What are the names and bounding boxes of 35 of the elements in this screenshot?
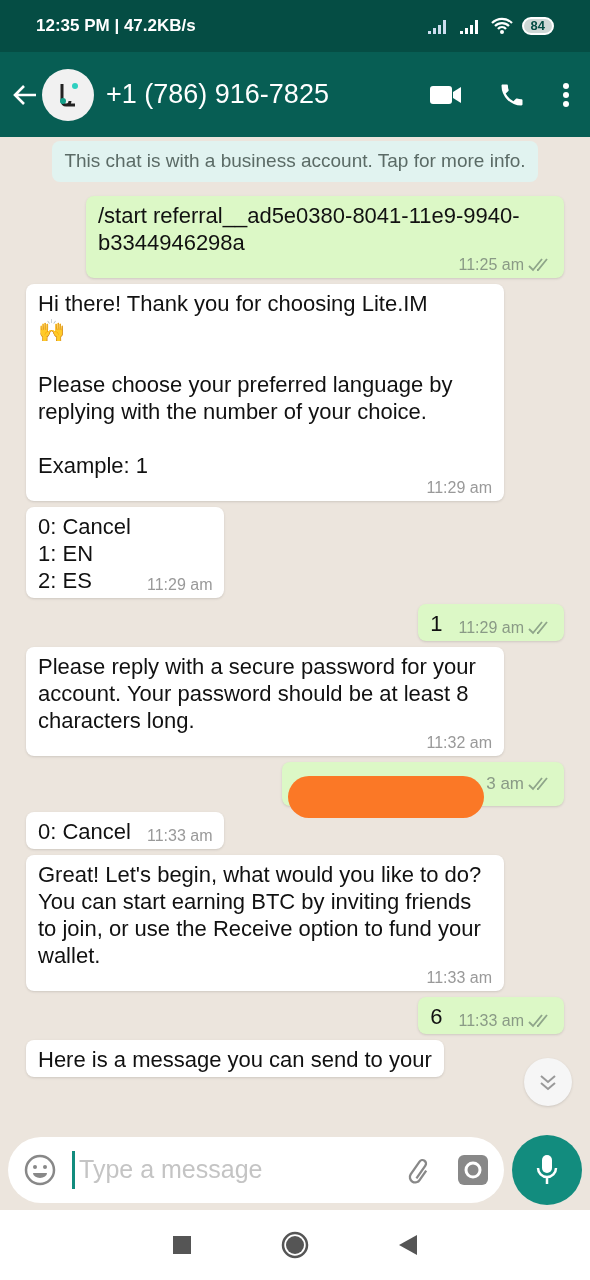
status-time: 12:35 PM | 47.2KB/s [36, 15, 196, 38]
back-arrow-icon[interactable] [12, 82, 38, 107]
microphone-icon [535, 1154, 559, 1186]
camera-icon[interactable] [458, 1155, 488, 1185]
message-time: 11:33 am [458, 1011, 524, 1030]
message-text: 6 [430, 1002, 443, 1030]
emoji-icon[interactable] [24, 1154, 56, 1186]
message-text: Hi there! Thank you for choosing Lite.IM 🙌 Please choose your preferred language by replying with the number of your choice. Example: 1 [38, 289, 454, 479]
message-time: 11:25 am [458, 255, 524, 274]
battery-level: 84 [521, 17, 554, 35]
back-icon[interactable] [399, 1235, 417, 1255]
message-text: Here is a message you can send to your [38, 1045, 432, 1073]
message-time: 3 am [486, 772, 524, 795]
wifi-icon [489, 17, 514, 35]
home-icon[interactable] [281, 1231, 309, 1259]
message-text: 1 [430, 609, 443, 637]
contact-name[interactable]: +1 (786) 916-7825 [106, 74, 329, 115]
message-input[interactable]: Type a message [8, 1137, 504, 1203]
more-options-icon[interactable] [562, 81, 570, 108]
message-field[interactable]: Type a message [72, 1151, 402, 1189]
contact-avatar[interactable] [42, 68, 94, 121]
video-camera-icon[interactable] [430, 83, 462, 106]
message-time: 11:29 am [146, 575, 213, 594]
message-text: Please reply with a secure password for your account. Your password should be at least 8 characters long. [38, 652, 477, 734]
message-time: 11:33 am [146, 826, 213, 845]
chevron-down-icon [538, 1072, 558, 1092]
message-time: 11:29 am [426, 478, 492, 497]
message-time: 11:29 am [458, 618, 524, 637]
message-text: /start referral__ad5e0380-8041-11e9-9940-b3344946298a [98, 201, 521, 256]
message-time: 11:32 am [426, 733, 492, 752]
message-text: 0: Cancel [38, 817, 131, 845]
message-text: Great! Let's begin, what would you like to do? You can start earning BTC by inviting friends to join, or use the Receive option to fund your wallet. [38, 860, 483, 969]
message-text: 0: Cancel 1: EN 2: ES [38, 512, 131, 594]
business-notice[interactable]: This chat is with a business account. Tap for more info. [52, 141, 538, 182]
message-time: 11:33 am [426, 968, 492, 987]
